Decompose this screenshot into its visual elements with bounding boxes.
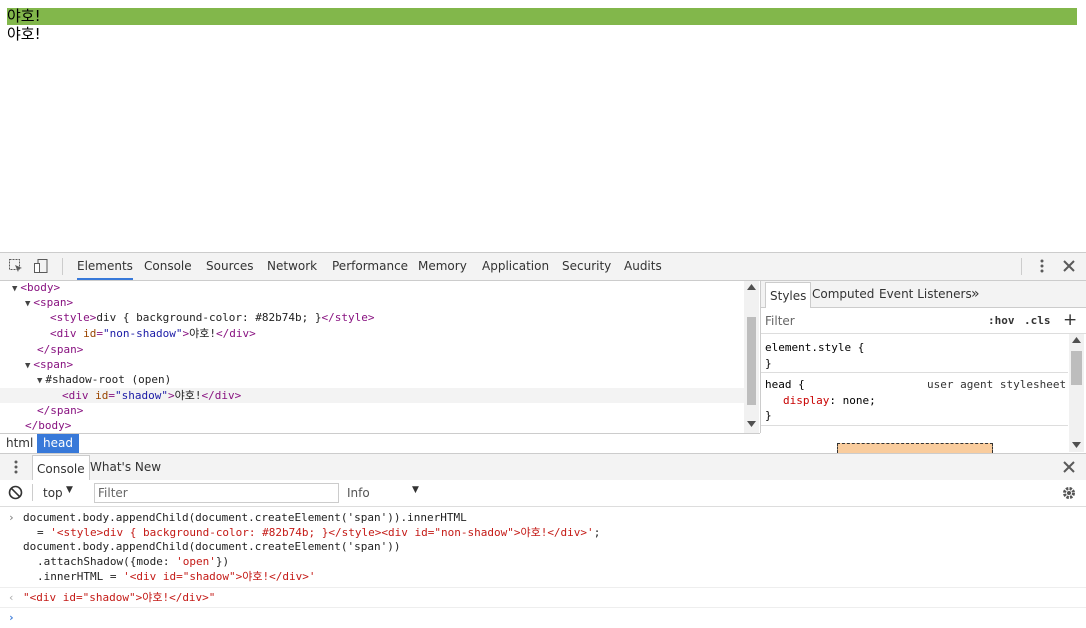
tab-security[interactable]: Security [562, 253, 611, 280]
tab-styles[interactable]: Styles [765, 282, 812, 308]
devtools-toolbar: Elements Console Sources Network Perform… [0, 253, 1086, 281]
elements-tree: ▼ <body> ▼ <span> <style>div { background-… [0, 281, 761, 433]
console-toolbar: top ▼ Filter Info ▼ [0, 480, 1086, 507]
console-input-line: document.body.appendChild(document.creat… [23, 540, 401, 553]
element-style-rule[interactable]: element.style { [765, 341, 864, 355]
user-agent-stylesheet-label: user agent stylesheet [927, 378, 1067, 391]
kebab-menu-icon[interactable] [1034, 258, 1050, 274]
rule-divider [761, 372, 1068, 373]
scrollbar-thumb[interactable] [747, 317, 756, 405]
rule-close-brace: } [765, 357, 772, 370]
box-model-diagram [837, 443, 993, 453]
devtools-panel: Elements Console Sources Network Perform… [0, 252, 1086, 628]
toolbar-divider [1021, 258, 1022, 275]
dom-node-span[interactable]: ▼ <span> [25, 296, 73, 311]
cls-toggle[interactable]: .cls [1024, 314, 1051, 327]
tab-elements[interactable]: Elements [77, 253, 133, 280]
tab-console[interactable]: Console [144, 253, 192, 280]
expand-triangle-icon[interactable]: ▼ [12, 284, 17, 294]
tab-event-listeners[interactable]: Event Listeners [879, 281, 972, 307]
dom-node-span-close[interactable]: </span> [37, 343, 83, 357]
tab-sources[interactable]: Sources [206, 253, 253, 280]
expand-triangle-icon[interactable]: ▼ [25, 361, 30, 371]
elements-scrollbar[interactable] [744, 281, 759, 433]
tab-audits[interactable]: Audits [624, 253, 662, 280]
breadcrumb: html head [0, 433, 760, 453]
console-input-line: .attachShadow({mode: 'open'}) [37, 555, 230, 568]
console-output: › document.body.appendChild(document.cre… [0, 507, 1086, 628]
toolbar-divider [32, 484, 33, 501]
breadcrumb-head[interactable]: head [37, 434, 79, 453]
scroll-up-icon[interactable] [1072, 337, 1081, 343]
tab-application[interactable]: Application [482, 253, 549, 280]
console-input-line: document.body.appendChild(document.creat… [23, 511, 467, 524]
device-toolbar-icon[interactable] [33, 258, 49, 274]
drawer-menu-icon[interactable] [8, 459, 24, 478]
dom-node-style[interactable]: <style>div { background-color: #82b74b; … [50, 311, 375, 325]
styles-pane: Styles Computed Event Listeners » Filter… [761, 281, 1086, 453]
head-rule-selector[interactable]: head { [765, 378, 805, 392]
console-settings-gear-icon[interactable] [1061, 485, 1077, 504]
input-prompt-icon: › [8, 511, 15, 524]
hov-toggle[interactable]: :hov [988, 314, 1015, 327]
close-icon[interactable] [1061, 258, 1077, 274]
dom-node-shadow-root[interactable]: ▼ #shadow-root (open) [37, 373, 171, 388]
drawer-tabbar: Console What's New [0, 453, 1086, 481]
console-prompt-icon: › [8, 611, 15, 624]
result-arrow-icon: ‹ [8, 591, 15, 604]
page-viewport: 야호! 야호! [0, 0, 1086, 252]
css-declaration[interactable]: display: none; [783, 394, 876, 408]
console-filter-input[interactable]: Filter [94, 483, 339, 503]
styles-filter-input[interactable]: Filter [765, 314, 795, 328]
toolbar-divider [62, 258, 63, 275]
dom-node-span[interactable]: ▼ <span> [25, 358, 73, 373]
styles-tabbar: Styles Computed Event Listeners » [761, 281, 1086, 308]
breadcrumb-html[interactable]: html [1, 434, 38, 453]
scroll-down-icon[interactable] [747, 421, 756, 427]
expand-triangle-icon[interactable]: ▼ [37, 376, 42, 386]
chevron-down-icon[interactable]: ▼ [66, 485, 73, 495]
styles-scrollbar[interactable] [1069, 334, 1084, 452]
context-selector[interactable]: top [43, 486, 63, 500]
inspect-element-icon[interactable] [8, 258, 24, 274]
shadow-div: 야호! [7, 25, 41, 43]
close-drawer-icon[interactable] [1061, 459, 1077, 478]
tab-performance[interactable]: Performance [332, 253, 408, 280]
log-level-select[interactable]: Info [347, 486, 370, 500]
drawer-tab-whats-new[interactable]: What's New [90, 454, 161, 481]
styles-filter-bar: Filter :hov .cls + [761, 308, 1086, 334]
dom-node-div[interactable]: <div id="shadow">야호!</div> [62, 389, 241, 403]
chevron-down-icon[interactable]: ▼ [412, 485, 419, 495]
dom-node-div[interactable]: <div id="non-shadow">야호!</div> [50, 327, 256, 341]
expand-triangle-icon[interactable]: ▼ [25, 299, 30, 309]
dom-node-span-close[interactable]: </span> [37, 404, 83, 418]
drawer-tab-console[interactable]: Console [32, 455, 90, 481]
console-result[interactable]: "<div id="shadow">야호!</div>" [23, 591, 215, 605]
console-input-line: .innerHTML = '<div id="shadow">야호!</div>… [37, 570, 316, 583]
non-shadow-div: 야호! [7, 8, 1077, 25]
tab-memory[interactable]: Memory [418, 253, 467, 280]
rule-divider [761, 425, 1068, 426]
message-divider [0, 607, 1086, 608]
more-tabs-icon[interactable]: » [971, 281, 980, 307]
dom-node-body[interactable]: ▼ <body> [12, 281, 60, 296]
dom-node-body-close[interactable]: </body> [25, 419, 71, 433]
rule-close-brace: } [765, 409, 772, 422]
console-input-line: = '<style>div { background-color: #82b74… [37, 526, 601, 539]
add-rule-button[interactable]: + [1063, 310, 1077, 330]
tab-network[interactable]: Network [267, 253, 317, 280]
scroll-up-icon[interactable] [747, 284, 756, 290]
clear-console-icon[interactable] [8, 485, 23, 503]
scrollbar-thumb[interactable] [1071, 351, 1082, 385]
scroll-down-icon[interactable] [1072, 442, 1081, 448]
tab-computed[interactable]: Computed [812, 281, 874, 307]
console-prompt-input[interactable] [22, 609, 1072, 625]
message-divider [0, 587, 1086, 588]
